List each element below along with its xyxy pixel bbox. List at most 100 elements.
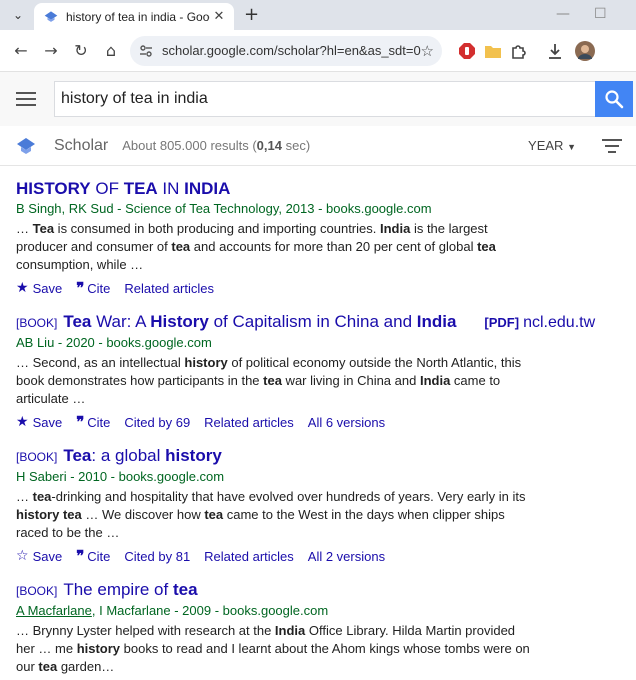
title-text: India [416, 312, 457, 331]
snippet-text: India [379, 221, 411, 236]
adblock-extension-icon[interactable] [454, 36, 480, 66]
action-label: Cite [87, 548, 111, 564]
scholar-logo-icon[interactable] [16, 136, 36, 156]
snippet-text: -drinking and hospitality that have evol… [51, 489, 526, 504]
title-text: History [150, 312, 209, 331]
result-title-row: HISTORY OF TEA IN INDIA [16, 178, 620, 200]
result-actions: ☆ Save ❞ Cite Cited by 81 Related articles All… [16, 546, 620, 566]
browser-tab[interactable]: history of tea in india - Google ✕ [34, 3, 234, 30]
meta-text: AB Liu - 2020 - books.google.com [16, 335, 212, 350]
tab-close-icon[interactable]: ✕ [210, 9, 228, 24]
result-snippet: … Tea is consumed in both producing and … [16, 220, 536, 274]
link-all-2-versions[interactable]: All 2 versions [308, 549, 385, 564]
title-text: War: A [91, 312, 151, 331]
result-title-link[interactable]: Tea: a global history [63, 445, 221, 467]
tab-title: history of tea in india - Google [66, 9, 210, 24]
snippet-text: is consumed in both producing and import… [54, 221, 380, 236]
save-star-icon: ★ [16, 280, 29, 296]
filter-icon[interactable] [602, 138, 622, 153]
pdf-source-link[interactable]: [PDF] ncl.edu.tw [484, 312, 595, 334]
meta-text: , I Macfarlane - 2009 - books.google.com [91, 603, 329, 618]
action-label: All 6 versions [307, 414, 386, 430]
link-related-articles[interactable]: Related articles [204, 549, 294, 564]
maximize-icon[interactable]: ☐ [594, 6, 607, 22]
snippet-text: Tea [32, 221, 55, 236]
save-button[interactable]: ★ Save [16, 414, 62, 430]
address-bar[interactable]: scholar.google.com/scholar?hl=en&as_sdt=… [130, 35, 442, 66]
title-text: INDIA [184, 179, 231, 198]
title-text: : a global [91, 446, 166, 465]
search-result: [BOOK] Tea: a global history H Saberi - 20… [16, 445, 620, 566]
snippet-text: India [419, 373, 451, 388]
bookmark-star-icon[interactable]: ☆ [421, 42, 434, 60]
title-text: IN [157, 179, 185, 198]
cite-button[interactable]: ❞ Cite [76, 547, 110, 565]
action-label: All 2 versions [307, 548, 386, 564]
link-all-6-versions[interactable]: All 6 versions [308, 415, 385, 430]
title-text: OF [90, 179, 124, 198]
folder-extension-icon[interactable] [480, 36, 506, 66]
pdf-tag: [PDF] [484, 315, 520, 330]
cite-button[interactable]: ❞ Cite [76, 279, 110, 297]
cite-quote-icon: ❞ [76, 279, 84, 297]
new-tab-icon[interactable]: + [244, 5, 259, 25]
link-cited-by-69[interactable]: Cited by 69 [124, 415, 190, 430]
minimize-icon[interactable]: — [556, 6, 570, 22]
result-title-row: [BOOK] Tea: a global history [16, 445, 620, 468]
snippet-text: India [274, 623, 306, 638]
snippet-text: … [16, 221, 33, 236]
back-icon[interactable]: ← [6, 36, 36, 66]
result-title-link[interactable]: HISTORY OF TEA IN INDIA [16, 178, 230, 200]
search-result: [BOOK] The empire of tea A Macfarlane, I M… [16, 579, 620, 680]
search-button[interactable] [595, 81, 633, 117]
search-input[interactable]: history of tea in india [54, 81, 595, 117]
link-related-articles[interactable]: Related articles [204, 415, 294, 430]
menu-icon[interactable] [16, 92, 36, 106]
save-button[interactable]: ☆ Save [16, 548, 62, 564]
title-text: HISTORY [16, 179, 91, 198]
home-icon[interactable]: ⌂ [96, 36, 126, 66]
snippet-text: … We discover how [81, 507, 205, 522]
link-related-articles[interactable]: Related articles [124, 281, 214, 296]
download-icon[interactable] [542, 36, 568, 66]
year-filter[interactable]: YEAR ▼ [528, 138, 576, 153]
result-type-tag: [BOOK] [16, 450, 58, 464]
cite-quote-icon: ❞ [76, 413, 84, 431]
reload-icon[interactable]: ↻ [66, 36, 96, 66]
result-title-row: [BOOK] The empire of tea [16, 579, 620, 602]
tab-search-chevron-icon[interactable]: ⌄ [8, 5, 28, 25]
profile-avatar[interactable] [572, 36, 598, 66]
link-cited-by-81[interactable]: Cited by 81 [124, 549, 190, 564]
cite-button[interactable]: ❞ Cite [76, 413, 110, 431]
snippet-text: tea [263, 373, 282, 388]
snippet-text: … Brynny Lyster helped with research at … [16, 623, 275, 638]
title-text: of Capitalism in China and [208, 312, 417, 331]
result-snippet: … Second, as an intellectual history of … [16, 354, 536, 408]
scholar-label[interactable]: Scholar [54, 137, 108, 155]
action-label: Related articles [204, 414, 294, 430]
action-label: Save [32, 280, 63, 296]
results-list: HISTORY OF TEA IN INDIA B Singh, RK Sud -… [0, 178, 636, 680]
browser-toolbar: ← → ↻ ⌂ scholar.google.com/scholar?hl=en… [0, 30, 636, 72]
title-text: TEA [123, 179, 158, 198]
browser-tab-bar: ⌄ history of tea in india - Google ✕ + —… [0, 0, 636, 30]
forward-icon[interactable]: → [36, 36, 66, 66]
snippet-text: tea [477, 239, 496, 254]
site-info-icon[interactable] [138, 43, 154, 59]
title-text: history [165, 446, 222, 465]
title-text: tea [172, 580, 198, 599]
scholar-favicon-icon [44, 10, 58, 22]
snippet-text: and accounts for more than 20 per cent o… [190, 239, 478, 254]
save-button[interactable]: ★ Save [16, 280, 62, 296]
snippet-text: tea [171, 239, 191, 254]
author-link[interactable]: A Macfarlane [16, 603, 92, 618]
action-label: Save [32, 414, 63, 430]
result-title-link[interactable]: The empire of tea [63, 579, 197, 601]
snippet-text: history [184, 355, 228, 370]
search-result: [BOOK] Tea War: A History of Capitalism i… [16, 311, 620, 432]
search-icon [605, 90, 624, 109]
result-title-link[interactable]: Tea War: A History of Capitalism in Chin… [63, 311, 456, 333]
result-snippet: … Brynny Lyster helped with research at … [16, 622, 536, 676]
snippet-text: tea [38, 659, 58, 674]
extensions-puzzle-icon[interactable] [506, 36, 532, 66]
